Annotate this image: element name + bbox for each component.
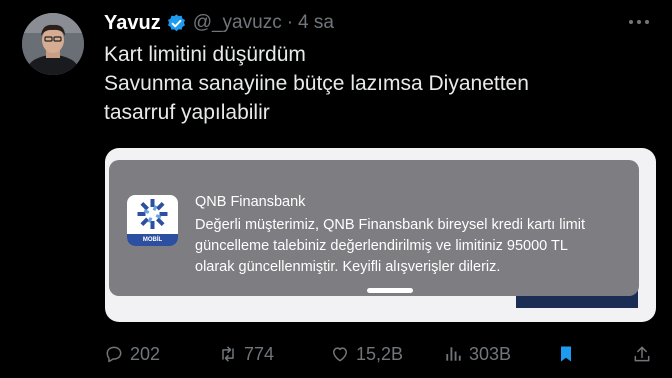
- more-options-button[interactable]: [622, 12, 656, 32]
- heart-icon: [333, 347, 347, 362]
- views-icon: [446, 347, 461, 361]
- notification-body-line: güncelleme talebiniz değerlendirilmiş ve…: [195, 238, 568, 254]
- qnb-app-icon: MOBİL: [127, 195, 178, 246]
- retweet-count: 774: [244, 343, 275, 364]
- tweet-media-image[interactable]: MOBİL QNB Finansbank Değerli müşterimiz,…: [105, 148, 656, 322]
- author-name[interactable]: Yavuz: [104, 12, 161, 35]
- app-icon-label: MOBİL: [127, 234, 178, 246]
- share-icon: [634, 346, 650, 362]
- notification-body: Değerli müşterimiz, QNB Finansbank birey…: [195, 215, 635, 278]
- tweet-header: Yavuz @_yavuzc · 4 sa: [104, 10, 334, 36]
- avatar-image: [22, 13, 84, 75]
- separator-dot: ·: [286, 12, 294, 33]
- views-count: 303B: [469, 343, 512, 364]
- tweet-text-line: Kart limitini düşürdüm: [104, 43, 306, 66]
- retweet-icon: [222, 346, 234, 362]
- author-avatar[interactable]: [22, 13, 84, 75]
- views-button[interactable]: 303B: [443, 340, 511, 368]
- like-button[interactable]: 15,2B: [330, 340, 403, 368]
- tweet-text-line: tasarruf yapılabilir: [104, 101, 270, 124]
- retweet-button[interactable]: 774: [218, 340, 274, 368]
- bookmark-icon: [561, 346, 571, 362]
- more-icon: [629, 20, 633, 24]
- tweet-text: Kart limitini düşürdüm Savunma sanayiine…: [104, 40, 664, 127]
- tweet-timestamp[interactable]: 4 sa: [298, 12, 334, 34]
- verified-badge-icon: [167, 13, 185, 31]
- notification-title: QNB Finansbank: [195, 194, 306, 210]
- tweet-text-line: Savunma sanayiine bütçe lazımsa Diyanett…: [104, 72, 529, 95]
- qnb-logo-icon: [137, 199, 168, 229]
- notification-body-line: olarak güncellenmiştir. Keyifli alışveri…: [195, 259, 501, 275]
- reply-icon: [106, 346, 122, 363]
- notification-body-line: Değerli müşterimiz, QNB Finansbank birey…: [195, 217, 585, 233]
- share-button[interactable]: [632, 340, 658, 368]
- like-count: 15,2B: [356, 343, 404, 364]
- bookmark-button[interactable]: [556, 340, 582, 368]
- sms-notification: MOBİL QNB Finansbank Değerli müşterimiz,…: [109, 160, 639, 296]
- tweet-actions: 202 774 15,2B 303B: [104, 340, 664, 368]
- reply-count: 202: [130, 343, 161, 364]
- reply-button[interactable]: 202: [104, 340, 160, 368]
- notification-drag-handle: [367, 288, 413, 293]
- author-handle[interactable]: @_yavuzc: [193, 12, 282, 34]
